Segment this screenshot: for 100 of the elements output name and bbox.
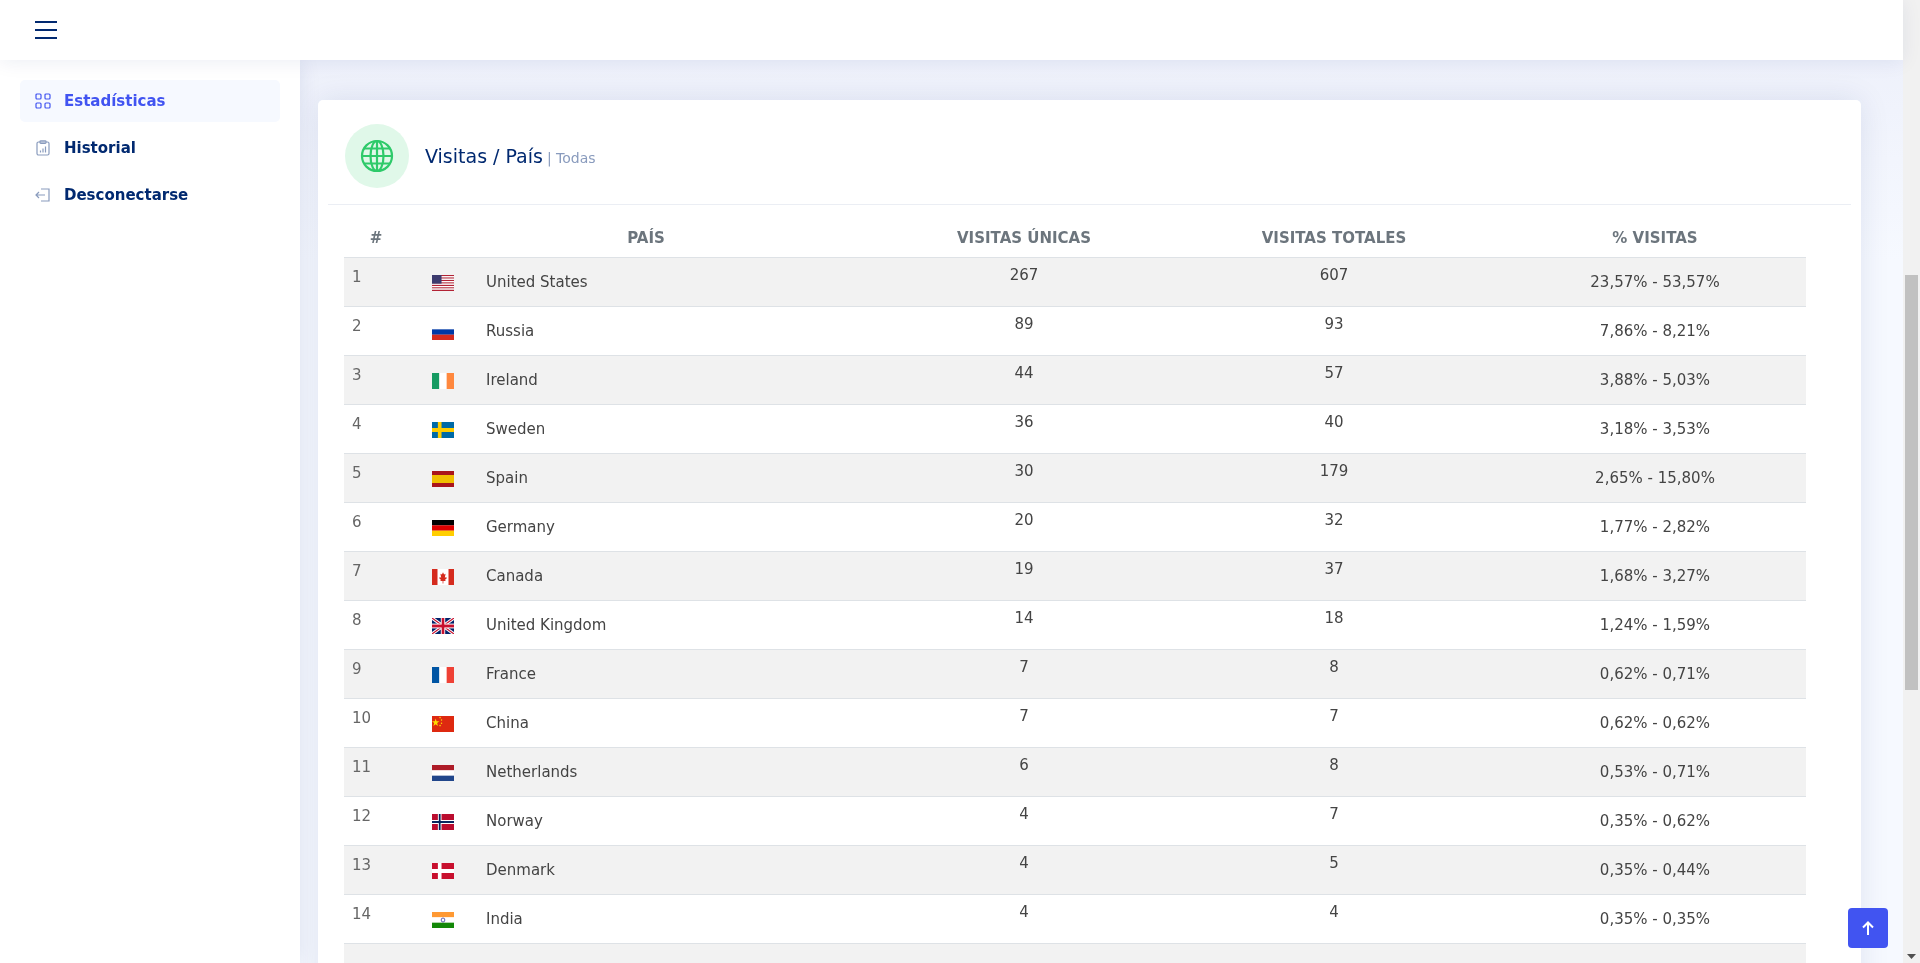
visit-percentage: 0,62% - 0,71% (1599, 665, 1711, 683)
total-visits: 7 (1329, 707, 1339, 725)
flag-icon (432, 274, 454, 291)
grid-icon (35, 93, 51, 109)
total-visits: 8 (1329, 658, 1339, 676)
column-header: PAÍS (408, 219, 884, 258)
visit-percentage: 1,68% - 3,27% (1599, 567, 1711, 585)
rank-number: 8 (352, 611, 362, 629)
unique-visits: 7 (1019, 658, 1029, 676)
visit-percentage: 23,57% - 53,57% (1590, 273, 1720, 291)
globe-icon (360, 139, 394, 173)
rank-number: 1 (352, 268, 362, 286)
rank-number: 4 (352, 415, 362, 433)
rank-number: 5 (352, 464, 362, 482)
rank-number: 11 (352, 758, 372, 776)
flag-icon (432, 862, 454, 879)
unique-visits: 14 (1014, 609, 1034, 627)
flag-icon (432, 911, 454, 928)
total-visits: 4 (1329, 903, 1339, 921)
back-to-top-button[interactable] (1848, 908, 1888, 948)
country-name: India (486, 910, 523, 928)
total-visits: 32 (1324, 511, 1344, 529)
rank-number: 10 (352, 709, 372, 727)
total-visits: 57 (1324, 364, 1344, 382)
rank-number: 6 (352, 513, 362, 531)
column-header: VISITAS TOTALES (1164, 219, 1504, 258)
unique-visits: 4 (1019, 854, 1029, 872)
country-name: Norway (486, 812, 543, 830)
visit-percentage: 0,35% - 0,44% (1599, 861, 1711, 879)
rank-number: 12 (352, 807, 372, 825)
country-name: Ireland (486, 371, 538, 389)
country-name: Sweden (486, 420, 546, 438)
total-visits: 7 (1329, 805, 1339, 823)
flag-icon (432, 372, 454, 389)
rank-number: 3 (352, 366, 362, 384)
country-name: Denmark (486, 861, 555, 879)
scrollbar-thumb[interactable] (1905, 275, 1918, 690)
unique-visits: 44 (1014, 364, 1034, 382)
total-visits: 40 (1324, 413, 1344, 431)
country-name: China (486, 714, 529, 732)
flag-icon (432, 666, 454, 683)
sidebar-item[interactable]: Estadísticas (20, 80, 280, 122)
total-visits: 179 (1319, 462, 1349, 480)
total-visits: 607 (1319, 266, 1349, 284)
visit-percentage: 0,35% - 0,35% (1599, 910, 1711, 928)
visit-percentage: 1,77% - 2,82% (1599, 518, 1711, 536)
visit-percentage: 1,24% - 1,59% (1599, 616, 1711, 634)
card-subtitle: | Todas (546, 150, 596, 166)
country-name: Canada (486, 567, 544, 585)
visit-percentage: 0,53% - 0,71% (1599, 763, 1711, 781)
flag-icon (432, 568, 454, 585)
clipboard-chart-icon (35, 140, 51, 156)
menu-icon[interactable] (35, 21, 57, 39)
card-title: Visitas / País (425, 145, 543, 167)
unique-visits: 89 (1014, 315, 1034, 333)
total-visits: 93 (1324, 315, 1344, 333)
unique-visits: 20 (1014, 511, 1034, 529)
total-visits: 5 (1329, 854, 1339, 872)
visit-percentage: 7,86% - 8,21% (1599, 322, 1711, 340)
unique-visits: 30 (1014, 462, 1034, 480)
country-name: United States (486, 273, 588, 291)
country-name: Russia (486, 322, 535, 340)
unique-visits: 6 (1019, 756, 1029, 774)
country-name: France (486, 665, 536, 683)
rank-number: 13 (352, 856, 372, 874)
rank-number: 9 (352, 660, 362, 678)
visit-percentage: 0,62% - 0,62% (1599, 714, 1711, 732)
unique-visits: 7 (1019, 707, 1029, 725)
visit-percentage: 3,88% - 5,03% (1599, 371, 1711, 389)
visit-percentage: 0,35% - 0,62% (1599, 812, 1711, 830)
visit-percentage: 2,65% - 15,80% (1595, 469, 1715, 487)
rank-number: 14 (352, 905, 372, 923)
country-name: Netherlands (486, 763, 578, 781)
flag-icon (432, 764, 454, 781)
scroll-down-arrow-icon[interactable] (1907, 954, 1916, 959)
logout-icon (35, 187, 51, 203)
unique-visits: 36 (1014, 413, 1034, 431)
rank-number: 2 (352, 317, 362, 335)
column-header: # (344, 219, 408, 258)
flag-icon (432, 470, 454, 487)
column-header: % VISITAS (1504, 219, 1806, 258)
country-name: Spain (486, 469, 528, 487)
rank-number: 7 (352, 562, 362, 580)
up-arrow-icon (1862, 921, 1874, 935)
flag-icon (432, 421, 454, 438)
flag-icon (432, 813, 454, 830)
country-name: Germany (486, 518, 555, 536)
unique-visits: 4 (1019, 805, 1029, 823)
country-name: United Kingdom (486, 616, 607, 634)
unique-visits: 4 (1019, 903, 1029, 921)
total-visits: 8 (1329, 756, 1339, 774)
flag-icon (432, 715, 454, 732)
visit-percentage: 3,18% - 3,53% (1599, 420, 1711, 438)
flag-icon (432, 519, 454, 536)
flag-icon (432, 617, 454, 634)
unique-visits: 19 (1014, 560, 1034, 578)
total-visits: 18 (1324, 609, 1344, 627)
column-header: VISITAS ÚNICAS (884, 219, 1164, 258)
total-visits: 37 (1324, 560, 1344, 578)
unique-visits: 267 (1009, 266, 1039, 284)
